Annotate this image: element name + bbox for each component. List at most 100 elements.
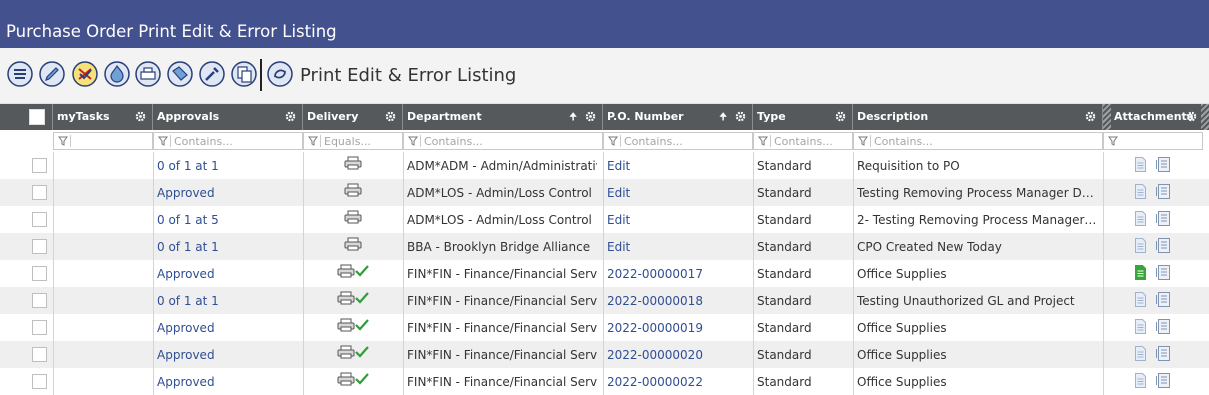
table-row[interactable]: 0 of 1 at 1 ADM*ADM - Admin/Administrativ…	[0, 152, 1209, 179]
po-number-link[interactable]: 2022-00000019	[607, 321, 747, 335]
row-checkbox[interactable]	[32, 347, 47, 362]
row-checkbox[interactable]	[32, 212, 47, 227]
notes-icon[interactable]	[1156, 292, 1170, 307]
po-number-link[interactable]: Edit	[607, 186, 747, 200]
table-row[interactable]: Approved ADM*LOS - Admin/Loss Control Edit…	[0, 179, 1209, 206]
notes-icon[interactable]	[1156, 373, 1170, 388]
po-number-link[interactable]: Edit	[607, 213, 747, 227]
filter-description[interactable]: Contains...	[853, 132, 1103, 150]
approval-status[interactable]: Approved	[157, 348, 299, 362]
sort-up-icon[interactable]: 🠉	[719, 110, 727, 127]
approval-status[interactable]: Approved	[157, 186, 299, 200]
edit-pencil-icon[interactable]	[39, 61, 65, 87]
approval-status[interactable]: Approved	[157, 321, 299, 335]
column-type[interactable]: Type	[753, 104, 853, 130]
filter-mytasks[interactable]	[53, 132, 153, 150]
notes-icon[interactable]	[1156, 157, 1170, 172]
gear-icon[interactable]	[835, 111, 846, 122]
column-department[interactable]: Department 🠉	[403, 104, 603, 130]
filter-icon[interactable]	[308, 136, 318, 146]
document-icon[interactable]	[1135, 346, 1146, 361]
column-po-number[interactable]: P.O. Number 🠉	[603, 104, 753, 130]
gear-icon[interactable]	[735, 111, 746, 122]
filter-department[interactable]: Contains...	[403, 132, 603, 150]
table-row[interactable]: Approved FIN*FIN - Finance/Financial Serv…	[0, 368, 1209, 395]
notes-icon[interactable]	[1156, 346, 1170, 361]
notes-icon[interactable]	[1156, 265, 1170, 280]
notes-icon[interactable]	[1156, 184, 1170, 199]
row-checkbox[interactable]	[32, 293, 47, 308]
filter-icon[interactable]	[858, 136, 868, 146]
column-mytasks[interactable]: myTasks	[53, 104, 153, 130]
gear-icon[interactable]	[285, 111, 296, 122]
sort-up-icon[interactable]: 🠉	[569, 110, 577, 127]
po-number-link[interactable]: Edit	[607, 159, 747, 173]
gear-icon[interactable]	[135, 111, 146, 122]
column-description[interactable]: Description	[853, 104, 1103, 130]
approval-status[interactable]: 0 of 1 at 5	[157, 213, 299, 227]
filter-icon[interactable]	[158, 136, 168, 146]
select-all-checkbox[interactable]	[29, 109, 45, 125]
row-checkbox[interactable]	[32, 158, 47, 173]
row-checkbox[interactable]	[32, 374, 47, 389]
flame-icon[interactable]	[104, 61, 130, 87]
po-number-link[interactable]: 2022-00000018	[607, 294, 747, 308]
document-icon[interactable]	[1135, 211, 1146, 226]
document-icon[interactable]	[1135, 373, 1146, 388]
notes-icon[interactable]	[1156, 238, 1170, 253]
refresh-icon[interactable]	[267, 61, 293, 87]
list-icon[interactable]	[7, 61, 33, 87]
filter-approvals[interactable]: Contains...	[153, 132, 303, 150]
filter-icon[interactable]	[408, 136, 418, 146]
table-row[interactable]: Approved FIN*FIN - Finance/Financial Serv…	[0, 341, 1209, 368]
filter-icon[interactable]	[58, 136, 68, 146]
document-icon[interactable]	[1135, 265, 1146, 280]
tools-icon[interactable]	[199, 61, 225, 87]
resize-handle[interactable]	[1201, 104, 1209, 130]
table-row[interactable]: Approved FIN*FIN - Finance/Financial Serv…	[0, 314, 1209, 341]
document-icon[interactable]	[1135, 319, 1146, 334]
approval-status[interactable]: 0 of 1 at 1	[157, 294, 299, 308]
filter-attachments[interactable]	[1103, 132, 1203, 150]
document-icon[interactable]	[1135, 292, 1146, 307]
table-row[interactable]: 0 of 1 at 1 BBA - Brooklyn Bridge Allianc…	[0, 233, 1209, 260]
filter-icon[interactable]	[608, 136, 618, 146]
filter-icon[interactable]	[1108, 136, 1118, 146]
table-row[interactable]: 0 of 1 at 1 FIN*FIN - Finance/Financial S…	[0, 287, 1209, 314]
gear-icon[interactable]	[1085, 111, 1096, 122]
filter-po-number[interactable]: Contains...	[603, 132, 753, 150]
column-delivery[interactable]: Delivery	[303, 104, 403, 130]
gear-icon[interactable]	[585, 111, 596, 122]
table-row[interactable]: 0 of 1 at 5 ADM*LOS - Admin/Loss Control E…	[0, 206, 1209, 233]
tag-icon[interactable]	[167, 61, 193, 87]
approval-status[interactable]: Approved	[157, 375, 299, 389]
table-row[interactable]: Approved FIN*FIN - Finance/Financial Serv…	[0, 260, 1209, 287]
document-icon[interactable]	[1135, 238, 1146, 253]
approval-status[interactable]: 0 of 1 at 1	[157, 240, 299, 254]
column-attachments[interactable]: Attachments	[1103, 104, 1209, 130]
approve-icon[interactable]	[72, 61, 98, 87]
approval-status[interactable]: 0 of 1 at 1	[157, 159, 299, 173]
filter-type[interactable]: Contains...	[753, 132, 853, 150]
row-checkbox[interactable]	[32, 185, 47, 200]
po-number-link[interactable]: Edit	[607, 240, 747, 254]
notes-icon[interactable]	[1156, 211, 1170, 226]
copy-icon[interactable]	[231, 61, 257, 87]
column-approvals[interactable]: Approvals	[153, 104, 303, 130]
approval-status[interactable]: Approved	[157, 267, 299, 281]
document-icon[interactable]	[1135, 157, 1146, 172]
row-checkbox[interactable]	[32, 266, 47, 281]
resize-handle[interactable]	[1103, 104, 1111, 130]
row-checkbox[interactable]	[32, 239, 47, 254]
po-number-link[interactable]: 2022-00000022	[607, 375, 747, 389]
po-number-link[interactable]: 2022-00000017	[607, 267, 747, 281]
po-number-link[interactable]: 2022-00000020	[607, 348, 747, 362]
row-checkbox[interactable]	[32, 320, 47, 335]
gear-icon[interactable]	[1186, 111, 1197, 122]
gear-icon[interactable]	[385, 111, 396, 122]
notes-icon[interactable]	[1156, 319, 1170, 334]
print-icon[interactable]	[135, 61, 161, 87]
filter-delivery[interactable]: Equals...	[303, 132, 403, 150]
document-icon[interactable]	[1135, 184, 1146, 199]
filter-icon[interactable]	[758, 136, 768, 146]
